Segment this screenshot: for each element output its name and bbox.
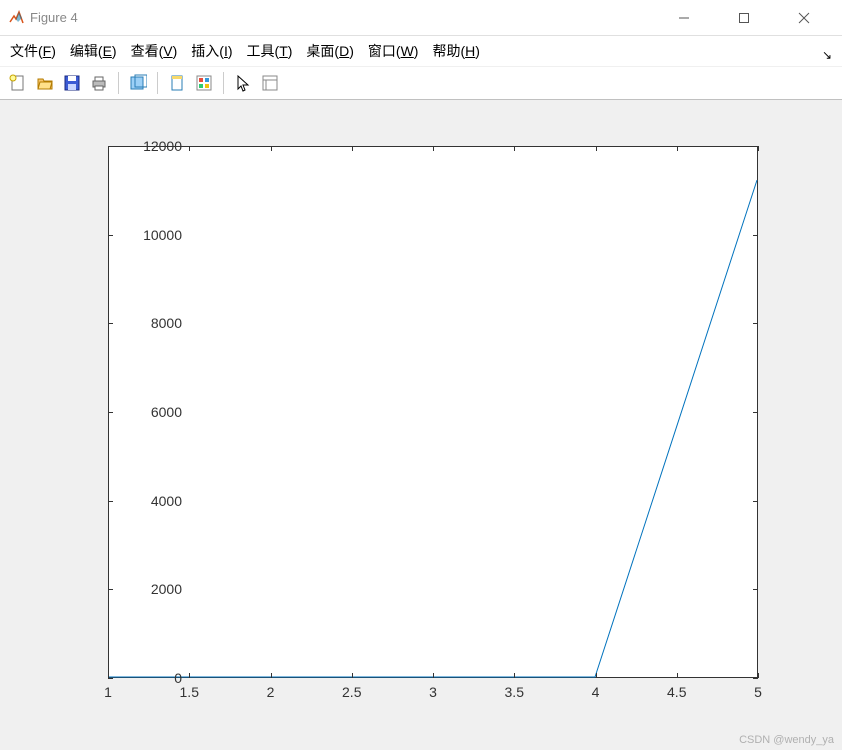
x-tick-label: 5: [754, 684, 762, 700]
toolbar-separator: [223, 72, 224, 94]
edit-plot-button[interactable]: [126, 71, 150, 95]
property-inspector-button[interactable]: [258, 71, 282, 95]
maximize-button[interactable]: [714, 0, 774, 36]
y-tick-label: 4000: [122, 493, 182, 509]
matlab-icon: [8, 10, 24, 26]
window-controls: [654, 0, 834, 36]
menu-view[interactable]: 查看(V): [131, 41, 178, 61]
toolbar-separator: [118, 72, 119, 94]
toolbar: [0, 66, 842, 100]
menu-window[interactable]: 窗口(W): [368, 41, 419, 61]
cursor-button[interactable]: [231, 71, 255, 95]
menu-help[interactable]: 帮助(H): [432, 41, 479, 61]
y-tick-label: 2000: [122, 581, 182, 597]
y-tick-label: 10000: [122, 227, 182, 243]
y-tick-label: 6000: [122, 404, 182, 420]
x-tick-label: 4.5: [667, 684, 686, 700]
open-button[interactable]: [33, 71, 57, 95]
x-tick-label: 3.5: [505, 684, 524, 700]
menu-desktop[interactable]: 桌面(D): [306, 41, 353, 61]
minimize-button[interactable]: [654, 0, 714, 36]
dock-arrow-icon[interactable]: ↘: [822, 48, 832, 62]
y-tick-label: 12000: [122, 138, 182, 154]
x-tick-label: 1: [104, 684, 112, 700]
menu-insert[interactable]: 插入(I): [191, 41, 232, 61]
menu-file[interactable]: 文件(F): [10, 41, 56, 61]
insert-colorbar-button[interactable]: [192, 71, 216, 95]
x-tick-label: 4: [592, 684, 600, 700]
print-button[interactable]: [87, 71, 111, 95]
x-tick-label: 2: [267, 684, 275, 700]
toolbar-separator: [157, 72, 158, 94]
axes[interactable]: [108, 146, 758, 678]
close-button[interactable]: [774, 0, 834, 36]
watermark: CSDN @wendy_ya: [739, 734, 834, 746]
new-figure-button[interactable]: [6, 71, 30, 95]
save-button[interactable]: [60, 71, 84, 95]
x-tick-label: 3: [429, 684, 437, 700]
window-title: Figure 4: [30, 10, 654, 25]
menu-edit[interactable]: 编辑(E): [70, 41, 117, 61]
line-plot: [109, 147, 757, 677]
x-tick-label: 1.5: [180, 684, 199, 700]
title-bar: Figure 4: [0, 0, 842, 36]
x-tick-label: 2.5: [342, 684, 361, 700]
menu-tools[interactable]: 工具(T): [247, 41, 293, 61]
link-data-button[interactable]: [165, 71, 189, 95]
y-tick-label: 0: [122, 670, 182, 686]
plot-area: 0 2000 4000 6000 8000 10000 12000 1 1.5 2 2.5 3 3.5 4…: [0, 100, 842, 750]
y-tick-label: 8000: [122, 315, 182, 331]
menu-bar: 文件(F) 编辑(E) 查看(V) 插入(I) 工具(T) 桌面(D) 窗口(W…: [0, 36, 842, 66]
